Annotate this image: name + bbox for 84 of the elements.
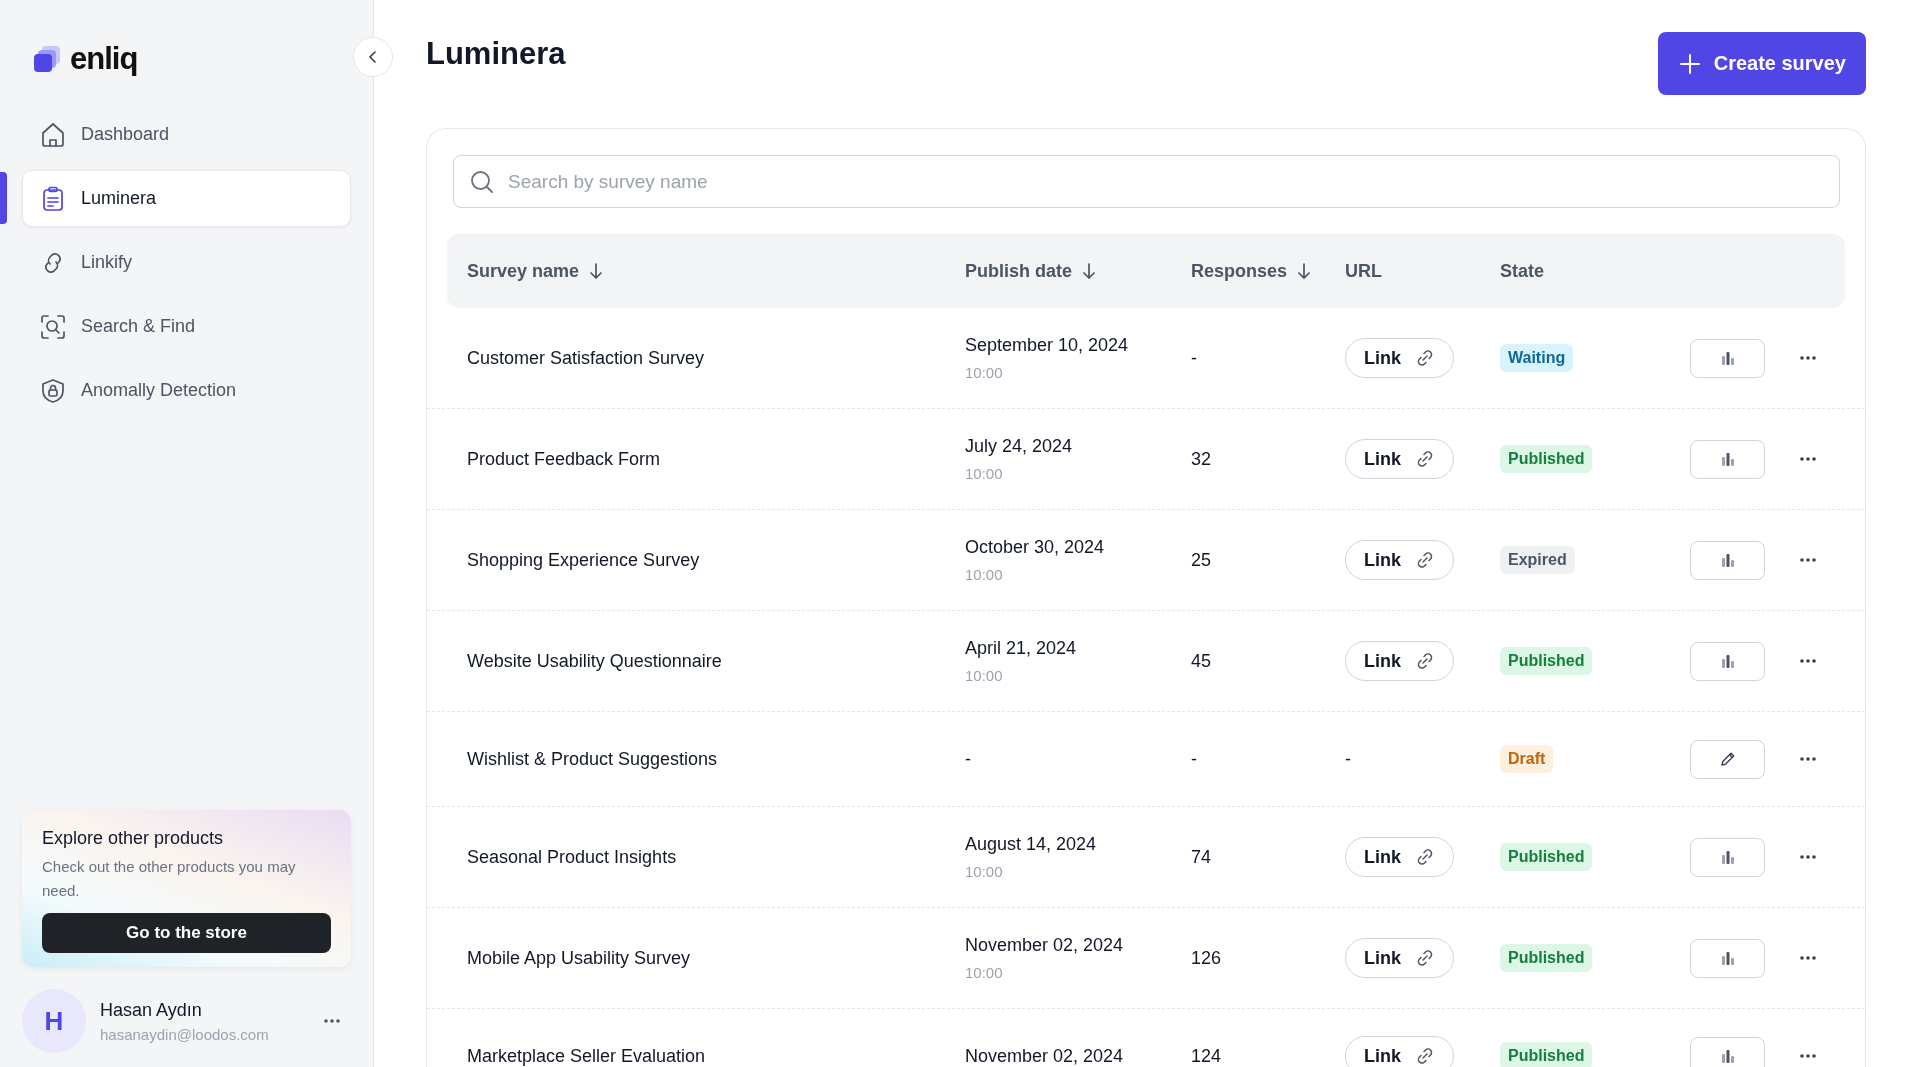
link-icon[interactable] (1415, 651, 1435, 671)
response-count: 32 (1191, 448, 1212, 469)
state-tag: Published (1500, 647, 1593, 675)
response-count: 126 (1191, 947, 1222, 968)
publish-time: 10:00 (965, 566, 1004, 583)
scan-search-icon (39, 312, 67, 341)
more-icon[interactable] (1799, 658, 1817, 664)
logo-text: enliq (70, 41, 138, 77)
promo-text: Check out the other products you may need. (42, 857, 297, 901)
user-email: hasanaydin@loodos.com (100, 1025, 270, 1043)
column-header[interactable]: Survey name (467, 260, 604, 282)
state-tag: Waiting (1500, 344, 1574, 372)
link-icon[interactable] (1415, 1046, 1435, 1066)
survey-name: Customer Satisfaction Survey (467, 347, 705, 368)
survey-name: Seasonal Product Insights (467, 846, 677, 867)
publish-date: April 21, 2024 (965, 638, 1078, 659)
publish-time: 10:00 (965, 964, 1004, 981)
state-tag: Published (1500, 944, 1593, 972)
link-icon[interactable] (1415, 449, 1435, 469)
shield-lock-icon (39, 376, 67, 405)
sidebar-item[interactable]: Search & Find (22, 298, 351, 355)
more-icon[interactable] (1799, 557, 1817, 563)
response-count: 124 (1191, 1045, 1222, 1066)
state-tag: Published (1500, 445, 1593, 473)
avatar: H (22, 989, 86, 1053)
link-icon[interactable] (1415, 348, 1435, 368)
column-header: State (1500, 260, 1544, 282)
column-header: URL (1345, 260, 1382, 282)
more-icon[interactable] (1799, 456, 1817, 462)
home-icon (39, 120, 67, 149)
response-count: 45 (1191, 650, 1212, 671)
publish-date: October 30, 2024 (965, 537, 1106, 558)
publish-date: September 10, 2024 (965, 335, 1130, 356)
store-button[interactable]: Go to the store (42, 913, 331, 953)
publish-date: August 14, 2024 (965, 834, 1098, 855)
pencil-icon[interactable] (1718, 750, 1737, 768)
response-count: 25 (1191, 549, 1212, 570)
response-count: - (1191, 347, 1197, 368)
survey-name: Wishlist & Product Suggestions (467, 748, 718, 769)
plus-icon[interactable] (1677, 51, 1702, 76)
more-icon[interactable] (1799, 355, 1817, 361)
page-title: Luminera (426, 36, 566, 72)
publish-time: 10:00 (965, 465, 1004, 482)
more-icon[interactable] (1799, 854, 1817, 860)
link-icon[interactable] (1415, 948, 1435, 968)
survey-name: Shopping Experience Survey (467, 549, 700, 570)
sidebar-item[interactable]: Luminera (22, 170, 351, 227)
survey-name: Marketplace Seller Evaluation (467, 1045, 706, 1066)
response-count: 74 (1191, 846, 1212, 867)
search-field[interactable]: Search by survey name (453, 155, 1840, 208)
sidebar-item[interactable]: Anomally Detection (22, 362, 351, 419)
publish-date: November 02, 2024 (965, 935, 1125, 956)
promo-title: Explore other products (42, 828, 225, 849)
user-name: Hasan Aydın (100, 999, 203, 1021)
link-icon[interactable] (1415, 550, 1435, 570)
state-tag: Expired (1500, 546, 1575, 574)
sort-arrow-icon[interactable] (1297, 262, 1312, 280)
column-header[interactable]: Publish date (965, 260, 1096, 282)
sort-arrow-icon[interactable] (1082, 262, 1096, 280)
publish-date: November 02, 2024 (965, 1045, 1125, 1067)
survey-name: Product Feedback Form (467, 448, 661, 469)
publish-time: 10:00 (965, 364, 1004, 381)
publish-date: - (965, 748, 972, 770)
publish-date: July 24, 2024 (965, 436, 1074, 457)
survey-name: Mobile App Usability Survey (467, 947, 691, 968)
column-header[interactable]: Responses (1191, 260, 1312, 282)
state-tag: Published (1500, 843, 1593, 871)
survey-name: Website Usability Questionnaire (467, 650, 722, 671)
sidebar-item[interactable]: Dashboard (22, 106, 351, 163)
logo-icon (32, 44, 62, 74)
url-text: - (1345, 748, 1351, 769)
create-survey-button[interactable]: Create survey (1657, 32, 1866, 95)
sidebar-item[interactable]: Linkify (22, 234, 351, 291)
more-icon[interactable] (1799, 1053, 1817, 1059)
publish-time: 10:00 (965, 863, 1004, 880)
more-icon[interactable] (323, 1018, 341, 1024)
response-count: - (1191, 748, 1197, 769)
publish-time: 10:00 (965, 667, 1004, 684)
more-icon[interactable] (1799, 756, 1817, 762)
state-tag: Published (1500, 1042, 1593, 1067)
sort-arrow-icon[interactable] (589, 262, 604, 280)
more-icon[interactable] (1799, 955, 1817, 961)
state-tag: Draft (1500, 745, 1554, 773)
link-icon[interactable] (1415, 847, 1435, 867)
